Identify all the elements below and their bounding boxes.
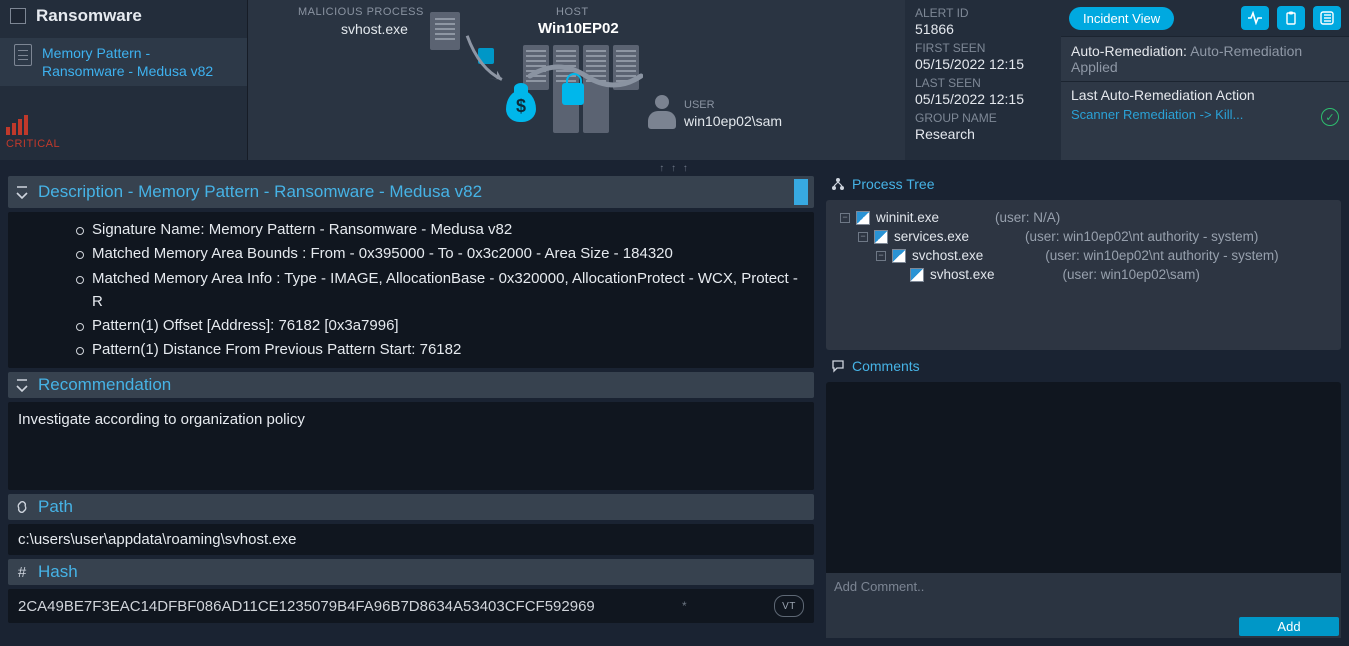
user-name: win10ep02\sam [684,113,782,129]
detection-item[interactable]: Memory Pattern - Ransomware - Medusa v82 [0,38,247,86]
severity-bars-icon [6,115,28,135]
first-seen-label: FIRST SEEN [915,41,1051,55]
process-icon [856,211,870,225]
last-action-link[interactable]: Scanner Remediation -> Kill... [1071,107,1339,122]
select-checkbox[interactable] [10,8,26,24]
hash-icon: # [14,564,30,580]
collapse-toggle-icon[interactable]: − [858,232,868,242]
star-icon[interactable]: * [682,599,687,613]
collapse-toggle-icon[interactable]: − [876,251,886,261]
process-icon [910,268,924,282]
scroll-indicator[interactable] [794,179,808,205]
process-file-icon [430,12,460,50]
alert-list-panel: Ransomware Memory Pattern - Ransomware -… [0,0,248,160]
group-value: Research [915,126,1051,142]
comments-body: Add [826,382,1341,638]
description-body: Signature Name: Memory Pattern - Ransomw… [8,212,814,368]
process-tree-title: Process Tree [852,176,934,192]
last-seen-value: 05/15/2022 12:15 [915,91,1051,107]
first-seen-value: 05/15/2022 12:15 [915,56,1051,72]
description-header[interactable]: Description - Memory Pattern - Ransomwar… [8,176,814,208]
hash-title: Hash [38,562,78,582]
last-action-row: Last Auto-Remediation Action Scanner Rem… [1061,81,1349,127]
comments-header[interactable]: Comments [826,358,1341,374]
last-action-label: Last Auto-Remediation Action [1071,87,1339,103]
description-item: Matched Memory Area Bounds : From - 0x39… [76,242,804,265]
process-tree-row[interactable]: − svchost.exe (user: win10ep02\nt author… [840,248,1327,263]
alert-info-column: ALERT ID 51866 FIRST SEEN 05/15/2022 12:… [905,0,1061,160]
host-name: Win10EP02 [538,20,619,37]
alert-title-row: Ransomware [0,0,247,32]
alert-overview-panel: MALICIOUS PROCESS svhost.exe HOST Win10E… [248,0,1061,160]
hash-body: 2CA49BE7F3EAC14DFBF086AD11CE1235079B4FA9… [8,589,814,623]
auto-remediation-label: Auto-Remediation: [1071,43,1187,59]
virustotal-badge[interactable]: VT [774,595,804,617]
remediation-panel: Incident View Auto-Remediation: Auto-Rem… [1061,0,1349,160]
lock-icon [562,83,584,105]
collapse-handle[interactable]: ↑ ↑ ↑ [0,160,1349,176]
process-tree-row[interactable]: − wininit.exe (user: N/A) [840,210,1327,225]
path-title: Path [38,497,73,517]
add-comment-area: Add [826,573,1341,638]
activity-icon-button[interactable] [1241,6,1269,30]
description-item: Signature Name: Memory Pattern - Ransomw… [76,218,804,241]
description-title: Description - Memory Pattern - Ransomwar… [38,182,482,202]
link-icon [14,499,30,515]
document-icon [14,44,32,66]
severity-label: CRITICAL [6,138,241,150]
description-item: Pattern(1) Offset [Address]: 76182 [0x3a… [76,314,804,337]
list-icon-button[interactable] [1313,6,1341,30]
comments-title: Comments [852,358,920,374]
group-label: GROUP NAME [915,111,1051,125]
recommendation-body: Investigate according to organization po… [8,402,814,490]
add-comment-button[interactable]: Add [1239,617,1339,636]
process-icon [874,230,888,244]
process-tree-row[interactable]: − services.exe (user: win10ep02\nt autho… [840,229,1327,244]
last-seen-label: LAST SEEN [915,76,1051,90]
process-tree-body: − wininit.exe (user: N/A) − services.exe… [826,200,1341,350]
comment-icon [830,358,846,374]
user-label: USER [684,99,715,111]
tree-icon [830,176,846,192]
incident-view-button[interactable]: Incident View [1069,7,1174,30]
host-label: HOST [556,6,589,18]
severity-indicator: CRITICAL [0,115,247,160]
auto-remediation-row: Auto-Remediation: Auto-Remediation Appli… [1061,36,1349,81]
path-body: c:\users\user\appdata\roaming\svhost.exe [8,524,814,555]
path-header[interactable]: Path [8,494,814,520]
description-item: Pattern(1) Distance From Previous Patter… [76,338,804,361]
hash-value: 2CA49BE7F3EAC14DFBF086AD11CE1235079B4FA9… [18,598,595,615]
process-icon [892,249,906,263]
recommendation-title: Recommendation [38,375,171,395]
hash-header[interactable]: # Hash [8,559,814,585]
clipboard-icon-button[interactable] [1277,6,1305,30]
alert-id-label: ALERT ID [915,6,1051,20]
ransom-icon: $ [506,90,536,122]
collapse-arrow-icon [14,184,30,200]
comment-input[interactable] [826,573,1341,613]
alert-title: Ransomware [36,6,142,26]
malicious-process-label: MALICIOUS PROCESS [298,6,424,18]
alert-id-value: 51866 [915,21,1051,37]
process-tree-header[interactable]: Process Tree [826,176,1341,192]
collapse-toggle-icon[interactable]: − [840,213,850,223]
description-list: Signature Name: Memory Pattern - Ransomw… [18,218,804,362]
infographic: MALICIOUS PROCESS svhost.exe HOST Win10E… [248,0,905,160]
success-check-icon: ✓ [1321,108,1339,126]
recommendation-header[interactable]: Recommendation [8,372,814,398]
malicious-process-name: svhost.exe [341,21,408,37]
collapse-arrow-icon [14,377,30,393]
user-icon [648,95,676,129]
process-tree-row[interactable]: svhost.exe (user: win10ep02\sam) [840,267,1327,282]
description-item: Matched Memory Area Info : Type - IMAGE,… [76,267,804,314]
detection-item-label: Memory Pattern - Ransomware - Medusa v82 [42,44,233,80]
action-button-row: Incident View [1061,0,1349,36]
